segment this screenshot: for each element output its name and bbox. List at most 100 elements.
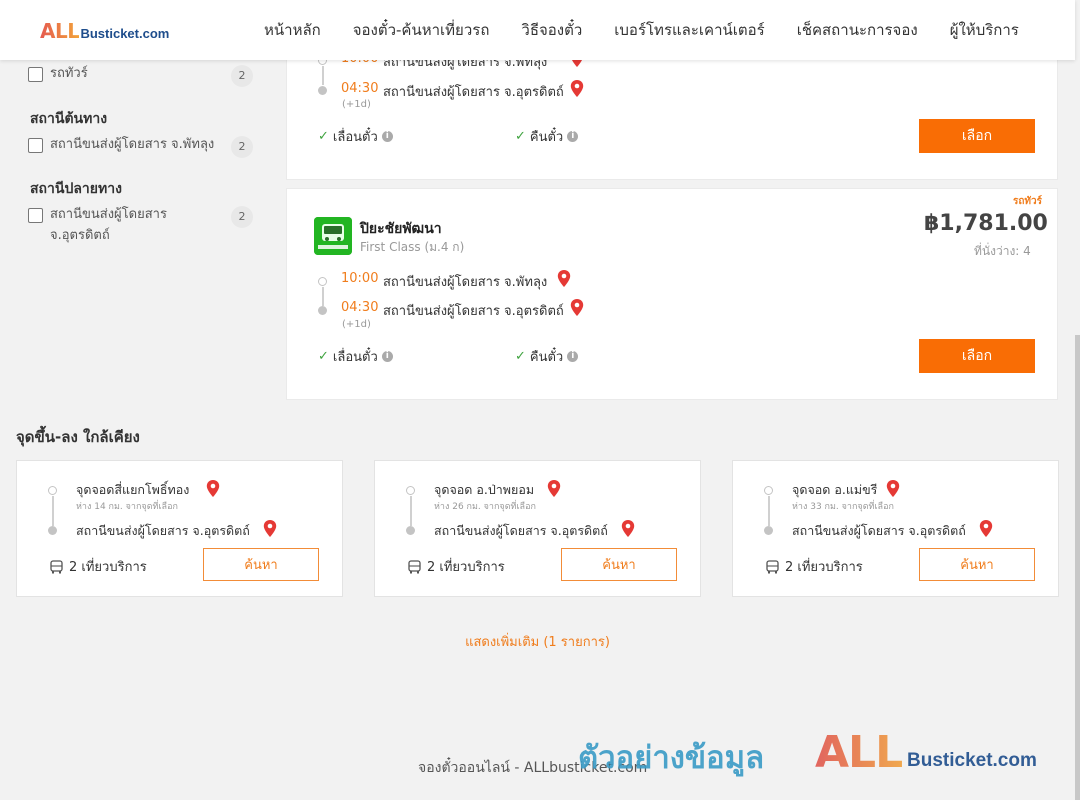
filter-origin-count: 2 xyxy=(231,136,253,158)
info-icon[interactable]: i xyxy=(381,131,393,142)
timeline-line xyxy=(52,496,54,526)
scrollbar-thumb[interactable] xyxy=(1075,335,1080,800)
select-button[interactable]: เลือก xyxy=(919,119,1035,153)
search-button[interactable]: ค้นหา xyxy=(919,548,1035,581)
bus-class: First Class (ม.4 ก) xyxy=(360,240,465,254)
feature-reschedule-label: เลื่อนตั๋ว xyxy=(332,350,378,365)
nav-home[interactable]: หน้าหลัก xyxy=(248,18,337,42)
dest-dot xyxy=(406,526,415,535)
stop-dot xyxy=(406,486,415,495)
nav-contact-counter[interactable]: เบอร์โทรและเคาน์เตอร์ xyxy=(598,18,780,42)
filter-origin[interactable]: สถานีขนส่งผู้โดยสาร จ.พัทลุง xyxy=(28,137,214,155)
destination-heading: สถานีปลายทาง xyxy=(30,181,122,197)
timeline-line xyxy=(410,496,412,526)
filter-destination-label: สถานีขนส่งผู้โดยสาร จ.อุตรดิตถ์ xyxy=(50,204,167,246)
arrive-time: 04:30 xyxy=(341,300,379,315)
check-icon: ✓ xyxy=(515,129,526,144)
nearby-distance: ห่าง 33 กม. จากจุดที่เลือก xyxy=(792,502,894,512)
logo-busticket: Busticket.com xyxy=(80,26,170,41)
feature-refund-label: คืนตั๋ว xyxy=(529,350,564,365)
top-header: ALL Busticket.com หน้าหลัก จองตั๋ว-ค้นหา… xyxy=(0,0,1075,60)
watermark-logo-all: ALL xyxy=(815,727,903,778)
map-pin-icon[interactable] xyxy=(570,80,584,98)
nav-operators[interactable]: ผู้ให้บริการ xyxy=(934,18,1035,42)
depart-dot xyxy=(318,277,327,286)
filter-origin-checkbox[interactable] xyxy=(28,138,43,153)
filter-tour-count: 2 xyxy=(231,65,253,87)
info-icon[interactable]: i xyxy=(381,351,393,362)
nearby-stop-name: จุดจอด อ.แม่ขรี xyxy=(792,482,878,497)
depart-time: 10:00 xyxy=(341,271,379,286)
bus-icon xyxy=(766,559,779,573)
show-more-link[interactable]: แสดงเพิ่มเติม (1 รายการ) xyxy=(0,631,1075,652)
arrive-station: สถานีขนส่งผู้โดยสาร จ.อุตรดิตถ์ xyxy=(383,85,564,100)
filter-tour[interactable]: รถทัวร์ xyxy=(28,66,88,84)
nearby-distance: ห่าง 26 กม. จากจุดที่เลือก xyxy=(434,502,536,512)
depart-station: สถานีขนส่งผู้โดยสาร จ.พัทลุง xyxy=(383,275,548,290)
select-button[interactable]: เลือก xyxy=(919,339,1035,373)
feature-refund: ✓ คืนตั๋ว i xyxy=(515,126,579,147)
feature-refund: ✓ คืนตั๋ว i xyxy=(515,346,579,367)
filter-destination-checkbox[interactable] xyxy=(28,208,43,223)
nearby-trips: 2 เที่ยวบริการ xyxy=(766,556,863,577)
next-day-label: (+1d) xyxy=(342,99,371,110)
map-pin-icon[interactable] xyxy=(979,520,993,538)
filter-tour-label: รถทัวร์ xyxy=(50,66,88,81)
page-scrollbar[interactable] xyxy=(1075,0,1080,800)
nearby-stop-name: จุดจอด อ.ป่าพยอม xyxy=(434,482,535,497)
nearby-section-title: จุดขึ้น-ลง ใกล้เคียง xyxy=(16,428,140,446)
map-pin-icon[interactable] xyxy=(621,520,635,538)
nearby-trips-label: 2 เที่ยวบริการ xyxy=(427,560,505,575)
search-button[interactable]: ค้นหา xyxy=(561,548,677,581)
map-pin-icon[interactable] xyxy=(206,480,220,498)
arrive-dot xyxy=(318,86,327,95)
arrive-time: 04:30 xyxy=(341,81,379,96)
nearby-trips: 2 เที่ยวบริการ xyxy=(408,556,505,577)
filter-destination-count: 2 xyxy=(231,206,253,228)
timeline-line xyxy=(768,496,770,526)
arrive-station: สถานีขนส่งผู้โดยสาร จ.อุตรดิตถ์ xyxy=(383,304,564,319)
stop-dot xyxy=(48,486,57,495)
info-icon[interactable]: i xyxy=(567,131,579,142)
main-nav: หน้าหลัก จองตั๋ว-ค้นหาเที่ยวรถ วิธีจองตั… xyxy=(248,0,1035,60)
map-pin-icon[interactable] xyxy=(557,270,571,288)
origin-heading: สถานีต้นทาง xyxy=(30,111,108,127)
feature-reschedule: ✓ เลื่อนตั๋ว i xyxy=(318,346,393,367)
feature-reschedule-label: เลื่อนตั๋ว xyxy=(332,130,378,145)
site-logo[interactable]: ALL Busticket.com xyxy=(40,19,169,43)
trip-card-2: รถทัวร์ ปิยะชัยพัฒนา First Class (ม.4 ก)… xyxy=(286,188,1058,400)
nav-book-search[interactable]: จองตั๋ว-ค้นหาเที่ยวรถ xyxy=(337,18,506,42)
nearby-distance: ห่าง 14 กม. จากจุดที่เลือก xyxy=(76,502,178,512)
nearby-card-3: จุดจอด อ.แม่ขรี ห่าง 33 กม. จากจุดที่เลื… xyxy=(732,460,1059,597)
filter-origin-label: สถานีขนส่งผู้โดยสาร จ.พัทลุง xyxy=(50,137,215,152)
next-day-label: (+1d) xyxy=(342,319,371,330)
filter-destination[interactable]: สถานีขนส่งผู้โดยสาร จ.อุตรดิตถ์ xyxy=(28,207,167,246)
search-button[interactable]: ค้นหา xyxy=(203,548,319,581)
nearby-trips-label: 2 เที่ยวบริการ xyxy=(69,560,147,575)
filter-tour-checkbox[interactable] xyxy=(28,67,43,82)
filter-destination-label-line1: สถานีขนส่งผู้โดยสาร xyxy=(50,207,167,222)
bus-icon xyxy=(50,559,63,573)
map-pin-icon[interactable] xyxy=(570,299,584,317)
bus-icon xyxy=(408,559,421,573)
operator-logo xyxy=(314,217,352,255)
nearby-trips: 2 เที่ยวบริการ xyxy=(50,556,147,577)
dest-dot xyxy=(764,526,773,535)
arrive-dot xyxy=(318,306,327,315)
nearby-trips-label: 2 เที่ยวบริการ xyxy=(785,560,863,575)
map-pin-icon[interactable] xyxy=(263,520,277,538)
map-pin-icon[interactable] xyxy=(547,480,561,498)
info-icon[interactable]: i xyxy=(567,351,579,362)
timeline-line xyxy=(322,287,324,306)
timeline-line xyxy=(322,66,324,85)
check-icon: ✓ xyxy=(318,349,329,364)
check-icon: ✓ xyxy=(318,129,329,144)
watermark-logo-busticket: Busticket.com xyxy=(907,750,1037,771)
feature-refund-label: คืนตั๋ว xyxy=(529,130,564,145)
logo-all: ALL xyxy=(40,19,80,43)
map-pin-icon[interactable] xyxy=(886,480,900,498)
operator-name: ปิยะชัยพัฒนา xyxy=(360,221,442,237)
nav-check-booking[interactable]: เช็คสถานะการจอง xyxy=(781,18,934,42)
nav-how-to-book[interactable]: วิธีจองตั๋ว xyxy=(505,18,598,42)
filter-destination-label-line2: จ.อุตรดิตถ์ xyxy=(50,228,110,243)
